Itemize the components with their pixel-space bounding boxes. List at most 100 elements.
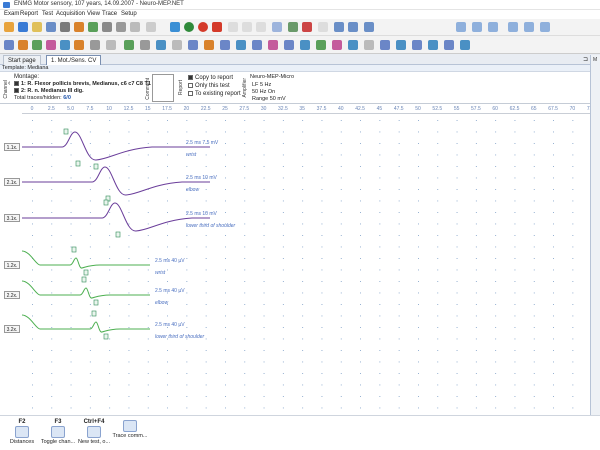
ruler-tick: 7.5 bbox=[86, 106, 94, 112]
channel-label-box[interactable]: 2.1x. bbox=[4, 178, 20, 186]
measure-icon[interactable] bbox=[4, 40, 14, 50]
record-icon[interactable] bbox=[198, 22, 208, 32]
mark-icon[interactable] bbox=[396, 40, 406, 50]
monitor-icon[interactable] bbox=[170, 22, 180, 32]
tab-mot-sens-cv[interactable]: 1. Mot./Sens. CV bbox=[46, 55, 102, 65]
fn-trace-comment[interactable]: Trace comm... bbox=[110, 419, 150, 439]
amplitude-icon[interactable] bbox=[18, 40, 28, 50]
pause-icon[interactable] bbox=[228, 22, 238, 32]
print-icon[interactable] bbox=[60, 22, 70, 32]
arrow-icon[interactable] bbox=[288, 22, 298, 32]
save-icon[interactable] bbox=[46, 22, 56, 32]
to-existing-report[interactable]: To existing report bbox=[188, 91, 241, 97]
channel-label-box[interactable]: 3.1x. bbox=[4, 214, 20, 222]
duration-icon[interactable] bbox=[252, 40, 262, 50]
new-exam-icon[interactable] bbox=[4, 22, 14, 32]
tool-icon[interactable] bbox=[146, 22, 156, 32]
tile-icon[interactable] bbox=[472, 22, 482, 32]
cursor-icon[interactable] bbox=[46, 40, 56, 50]
channel-label-box[interactable]: 1.2x. bbox=[4, 261, 20, 269]
velocity-icon[interactable] bbox=[268, 40, 278, 50]
pan-icon[interactable] bbox=[74, 40, 84, 50]
zoom-icon[interactable] bbox=[60, 40, 70, 50]
channel-label-box[interactable]: 1.1x. bbox=[4, 143, 20, 151]
menu-report[interactable]: Report bbox=[20, 11, 38, 17]
pin-icon[interactable]: ⊐ bbox=[583, 56, 588, 63]
menu-exam[interactable]: Exam bbox=[4, 11, 19, 17]
copy-to-report[interactable]: Copy to report bbox=[188, 75, 233, 81]
h-reflex-icon[interactable] bbox=[332, 40, 342, 50]
copy-checkbox[interactable] bbox=[188, 75, 193, 80]
comment-box[interactable] bbox=[152, 74, 174, 102]
wave2-icon[interactable] bbox=[412, 40, 422, 50]
superimpose-icon[interactable] bbox=[106, 40, 116, 50]
panel-icon[interactable] bbox=[524, 22, 534, 32]
grid-icon[interactable] bbox=[318, 22, 328, 32]
montage-item-1[interactable]: 1: R. Flexor pollicis brevis, Medianus, … bbox=[14, 81, 151, 87]
patient-icon[interactable] bbox=[18, 22, 28, 32]
only-this-test[interactable]: Only this test bbox=[188, 83, 230, 89]
trace-plot[interactable]: 2.5 ms 7.5 mV wrist 2.5 ms 10 mV elbow 2.5 m… bbox=[0, 114, 590, 415]
chevron-left-icon[interactable]: ‹ bbox=[8, 80, 10, 87]
sensitivity-icon[interactable] bbox=[348, 22, 358, 32]
refresh-icon[interactable] bbox=[130, 22, 140, 32]
smooth-icon[interactable] bbox=[428, 40, 438, 50]
menu-view[interactable]: View bbox=[87, 11, 100, 17]
report-icon[interactable] bbox=[74, 22, 84, 32]
menu-test[interactable]: Test bbox=[42, 11, 53, 17]
trace-icon[interactable] bbox=[188, 40, 198, 50]
settings-icon[interactable] bbox=[116, 22, 126, 32]
copy-icon[interactable] bbox=[102, 22, 112, 32]
export-icon[interactable] bbox=[88, 22, 98, 32]
fn-toggle-channel[interactable]: F3 Toggle chan... bbox=[38, 419, 78, 445]
open-icon[interactable] bbox=[32, 22, 42, 32]
peak-icon[interactable] bbox=[220, 40, 230, 50]
baseline-icon[interactable] bbox=[172, 40, 182, 50]
menu-trace[interactable]: Trace bbox=[102, 11, 117, 17]
stimulate-icon[interactable] bbox=[212, 22, 222, 32]
diff-icon[interactable] bbox=[284, 40, 294, 50]
fn-new-test[interactable]: Ctrl+F4 New test, o... bbox=[74, 419, 114, 445]
scale-icon[interactable] bbox=[90, 40, 100, 50]
grid-dot bbox=[282, 304, 284, 305]
area-icon[interactable] bbox=[236, 40, 246, 50]
sort-icon[interactable] bbox=[364, 40, 374, 50]
existing-checkbox[interactable] bbox=[188, 91, 193, 96]
lf-filter[interactable]: LF 5 Hz bbox=[252, 82, 271, 88]
sweep-icon[interactable] bbox=[334, 22, 344, 32]
hf-filter[interactable]: 50 Hz On bbox=[252, 89, 275, 95]
stack-icon[interactable] bbox=[124, 40, 134, 50]
run-icon[interactable] bbox=[348, 40, 358, 50]
invert-icon[interactable] bbox=[140, 40, 150, 50]
channel-label-box[interactable]: 3.2x. bbox=[4, 325, 20, 333]
montage-2-checkbox[interactable] bbox=[14, 88, 19, 94]
play-icon[interactable] bbox=[184, 22, 194, 32]
montage-item-2[interactable]: 2: R. n. Medianus III dig. bbox=[14, 88, 84, 94]
param-icon[interactable] bbox=[460, 40, 470, 50]
window-icon[interactable] bbox=[456, 22, 466, 32]
channel-label-box[interactable]: 2.2x. bbox=[4, 291, 20, 299]
menu-acquisition[interactable]: Acquisition bbox=[56, 11, 85, 17]
latency-icon[interactable] bbox=[32, 40, 42, 50]
onset-icon[interactable] bbox=[204, 40, 214, 50]
montage-1-checkbox[interactable] bbox=[14, 81, 19, 87]
wave-icon[interactable] bbox=[272, 22, 282, 32]
view-icon[interactable] bbox=[540, 22, 550, 32]
tab-start-page[interactable]: Start page bbox=[3, 55, 41, 65]
only-checkbox[interactable] bbox=[188, 83, 193, 88]
menu-setup[interactable]: Setup bbox=[121, 11, 137, 17]
cascade-icon[interactable] bbox=[488, 22, 498, 32]
stop-icon[interactable] bbox=[242, 22, 252, 32]
range[interactable]: Range 50 mV bbox=[252, 96, 286, 102]
filter-icon[interactable] bbox=[364, 22, 374, 32]
layout-icon[interactable] bbox=[508, 22, 518, 32]
step-icon[interactable] bbox=[256, 22, 266, 32]
fn-distances[interactable]: F2 Distances bbox=[2, 419, 42, 445]
marker-icon[interactable] bbox=[302, 22, 312, 32]
jump-icon[interactable] bbox=[380, 40, 390, 50]
grid-dot bbox=[89, 373, 91, 374]
filter2-icon[interactable] bbox=[444, 40, 454, 50]
calc-icon[interactable] bbox=[300, 40, 310, 50]
f-wave-icon[interactable] bbox=[316, 40, 326, 50]
average-icon[interactable] bbox=[156, 40, 166, 50]
